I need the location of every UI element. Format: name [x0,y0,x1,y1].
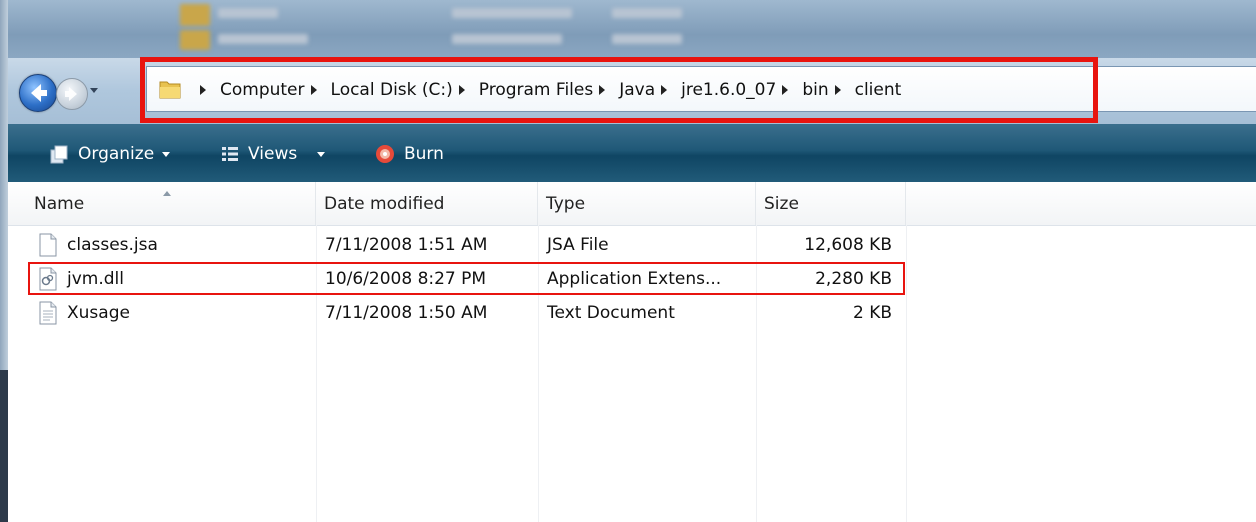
file-name: Xusage [67,303,130,323]
burn-label: Burn [404,144,444,164]
chevron-down-icon [162,151,171,157]
toolbar [8,124,1256,182]
column-name-label: Name [34,193,85,214]
column-type[interactable]: Type [538,182,756,225]
column-size[interactable]: Size [756,182,906,225]
file-type: JSA File [547,235,609,255]
file-icon [39,233,57,257]
file-date: 7/11/2008 1:51 AM [325,235,488,255]
chevron-down-icon [317,151,326,157]
forward-arrow-icon [65,87,77,101]
selected-file-highlight-box [28,262,905,295]
organize-icon [50,145,68,164]
views-button[interactable]: Views [220,142,326,166]
column-size-label: Size [764,193,799,214]
organize-label: Organize [78,144,155,164]
organize-button[interactable]: Organize [48,142,171,166]
address-highlight-box [140,57,1098,123]
views-label: Views [248,144,298,164]
file-date: 7/11/2008 1:50 AM [325,303,488,323]
back-arrow-icon [31,84,47,102]
file-size: 2 KB [852,303,892,323]
back-button[interactable] [19,74,57,112]
views-icon [222,147,238,161]
file-type: Text Document [547,303,675,323]
column-name[interactable]: Name [26,182,316,225]
column-date-modified-label: Date modified [324,193,445,214]
file-row[interactable]: Xusage 7/11/2008 1:50 AM Text Document 2… [8,296,1256,330]
forward-button[interactable] [56,78,88,110]
burn-button[interactable]: Burn [374,142,444,166]
column-date-modified[interactable]: Date modified [316,182,538,225]
text-file-icon [39,301,57,325]
window-left-edge [0,0,8,522]
burn-icon [376,145,394,163]
file-row[interactable]: classes.jsa 7/11/2008 1:51 AM JSA File 1… [8,228,1256,262]
file-size: 12,608 KB [804,235,892,255]
column-type-label: Type [546,193,586,214]
recent-pages-dropdown[interactable] [90,88,98,93]
background-window [0,0,1256,58]
sort-ascending-icon [163,191,171,196]
file-name: classes.jsa [67,235,158,255]
